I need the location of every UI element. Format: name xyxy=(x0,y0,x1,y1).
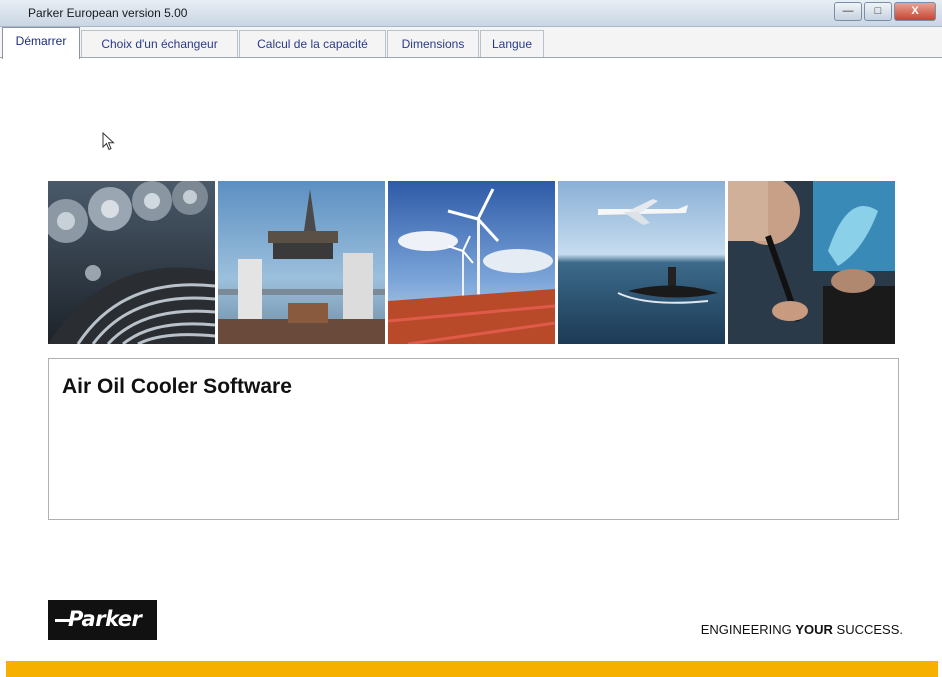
close-button[interactable]: X xyxy=(894,2,936,21)
tagline-emphasis: YOUR xyxy=(795,622,833,637)
minimize-button[interactable]: — xyxy=(834,2,862,21)
tab-choix-echangeur[interactable]: Choix d'un échangeur xyxy=(81,30,238,57)
info-box: Air Oil Cooler Software xyxy=(48,358,899,520)
wind-turbines-image xyxy=(388,181,555,344)
tab-langue[interactable]: Langue xyxy=(480,30,544,57)
window-titlebar: Parker European version 5.00 — □ X xyxy=(0,0,942,27)
engineer-workstation-image xyxy=(728,181,895,344)
tab-calcul-capacite[interactable]: Calcul de la capacité xyxy=(239,30,386,57)
tagline: ENGINEERING YOUR SUCCESS. xyxy=(701,622,903,637)
parker-logo: Parker xyxy=(48,600,157,640)
tagline-suffix: SUCCESS. xyxy=(832,622,903,637)
tab-dimensions[interactable]: Dimensions xyxy=(387,30,479,57)
tab-bar: Démarrer Choix d'un échangeur Calcul de … xyxy=(0,27,942,59)
mouse-pointer-icon xyxy=(102,132,115,151)
aircraft-submarine-image xyxy=(558,181,725,344)
tagline-prefix: ENGINEERING xyxy=(700,622,796,637)
window-controls: — □ X xyxy=(832,2,936,21)
application-title: Air Oil Cooler Software xyxy=(62,375,292,398)
tab-demarrer[interactable]: Démarrer xyxy=(2,27,80,59)
logo-text: Parker xyxy=(68,607,142,631)
accent-bar xyxy=(6,661,938,677)
industrial-gears-image xyxy=(48,181,215,344)
offshore-oil-rig-image xyxy=(218,181,385,344)
window-title: Parker European version 5.00 xyxy=(28,6,188,20)
banner-image-strip xyxy=(48,181,900,344)
maximize-button[interactable]: □ xyxy=(864,2,892,21)
